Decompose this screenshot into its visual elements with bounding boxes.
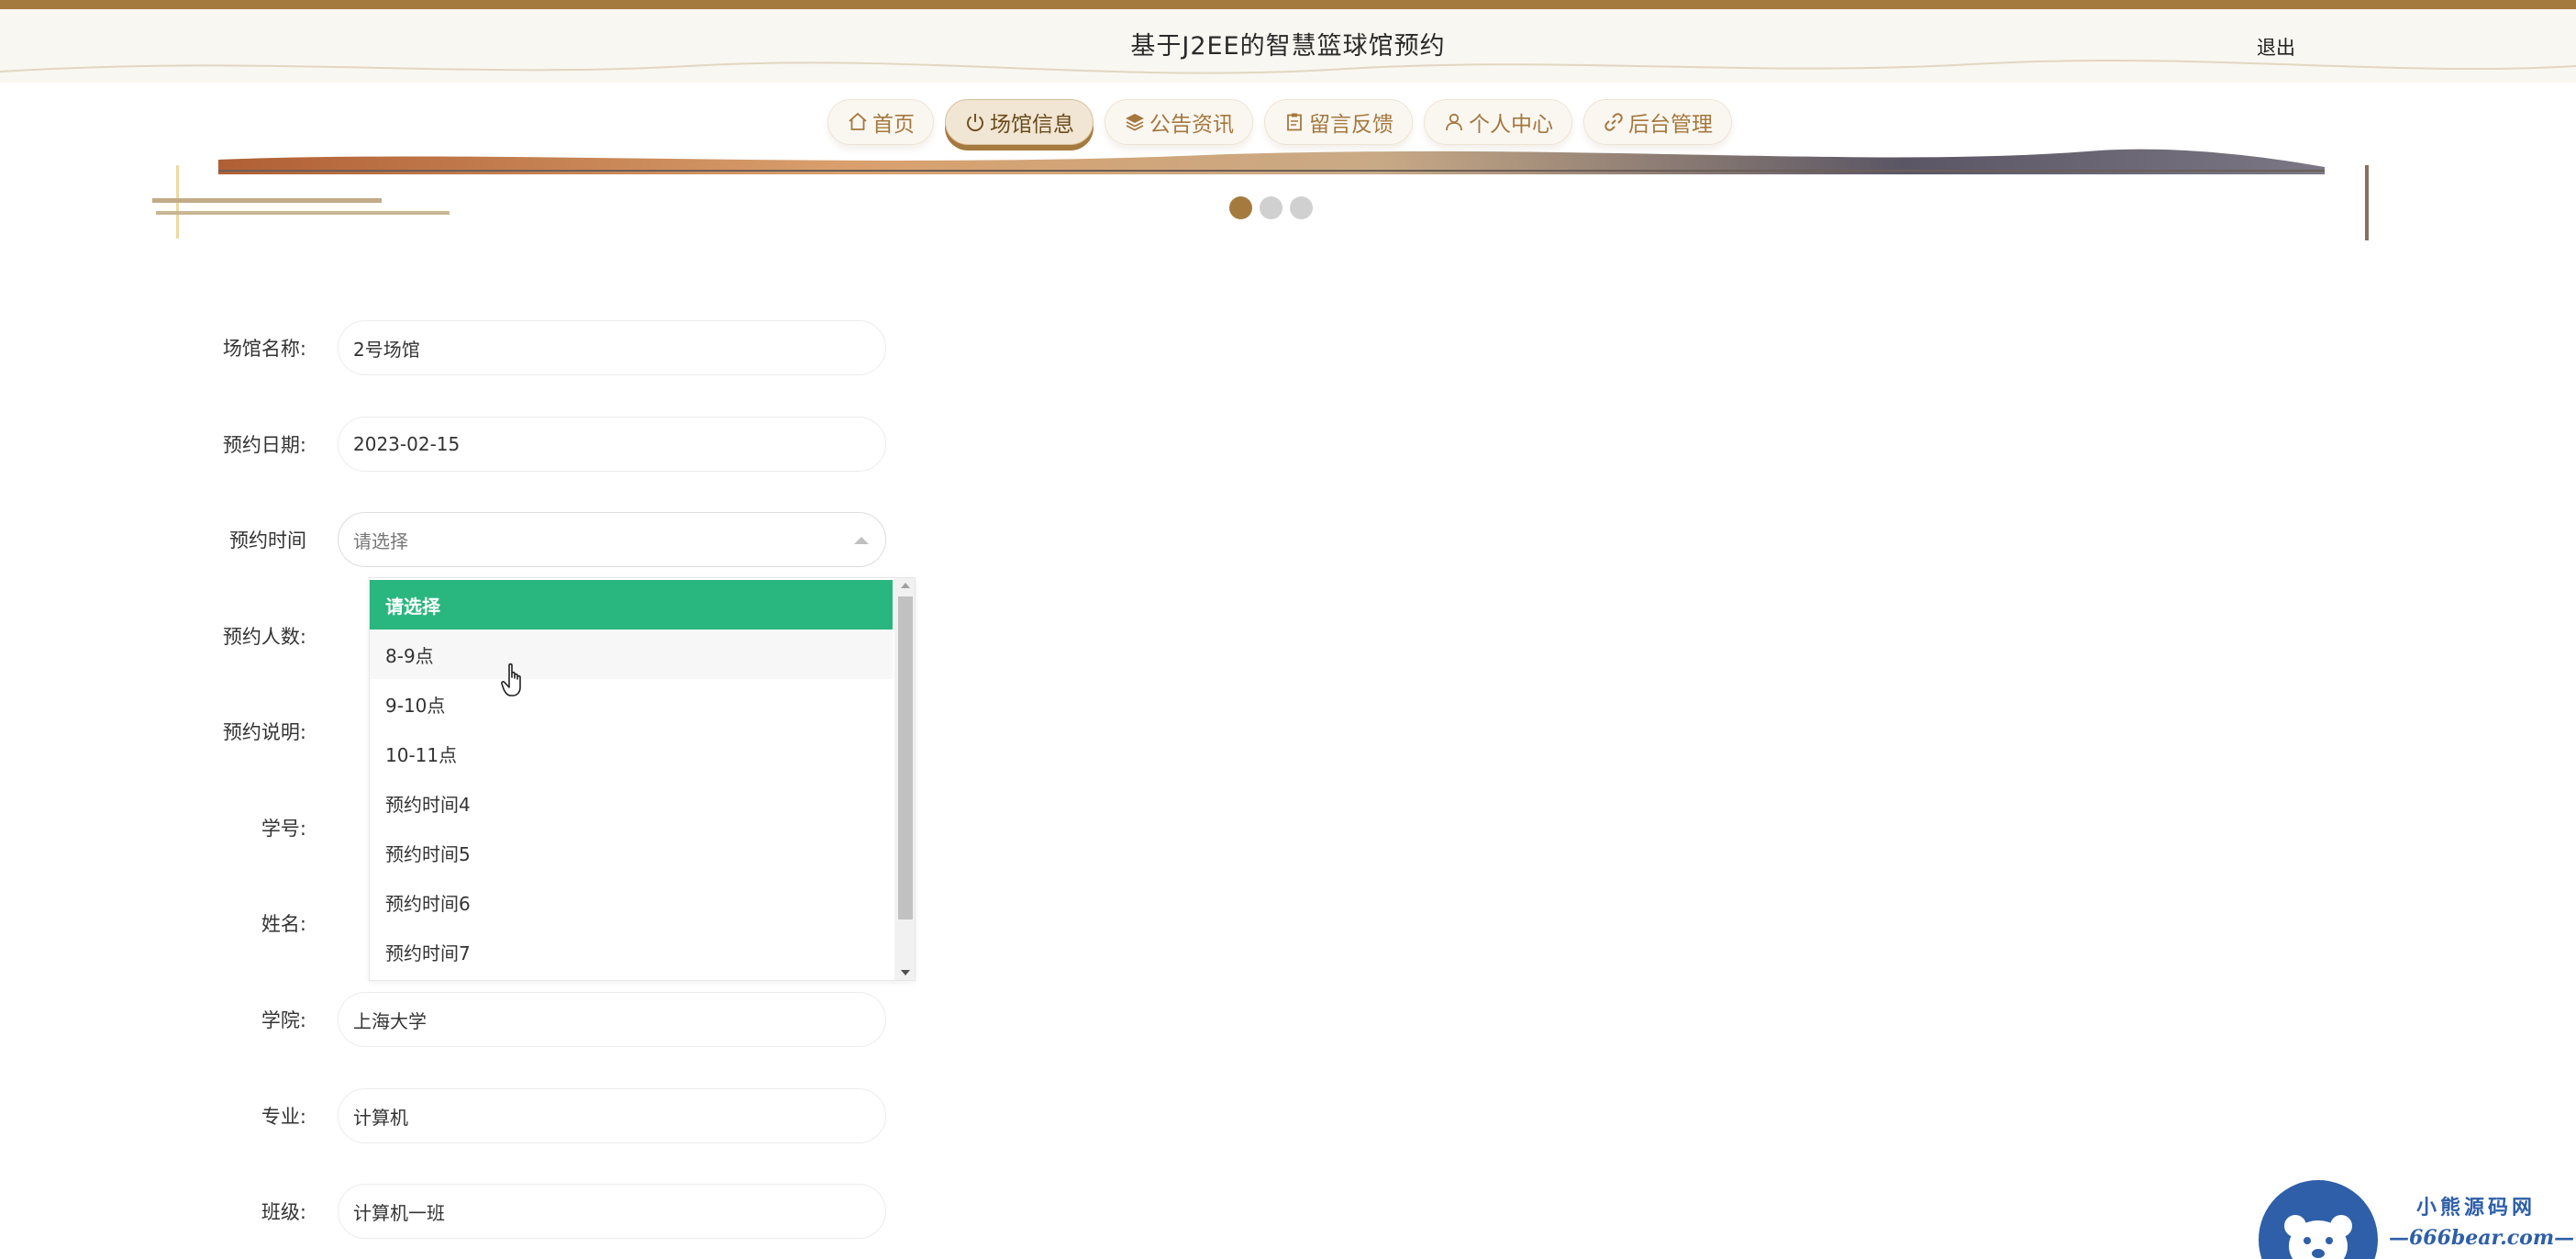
carousel-indicators [1229,196,1313,219]
banner-image-strip [218,149,2325,174]
nav-item-label: 后台管理 [1628,113,1713,137]
booking-date-label: 预约日期: [222,434,306,456]
scroll-down-arrow-icon[interactable] [900,969,911,976]
form-row-major: 专业: [183,1088,886,1143]
form-row-name: 姓名: [183,896,338,951]
major-input[interactable] [338,1088,886,1143]
booking-date-input[interactable] [338,417,886,472]
user-icon [1446,113,1462,131]
banner-corner-decoration [152,165,450,239]
college-label: 学院: [261,1009,306,1031]
class-input[interactable] [338,1184,886,1239]
main-nav: 首页 场馆信息 公告资讯 留言反馈 个人中心 后台管理 [827,99,1732,145]
booking-time-options: 请选择 8-9点 9-10点 10-11点 预约时间4 预约时间5 预约时间6 … [370,580,893,976]
booking-time-option[interactable]: 10-11点 [370,729,893,778]
watermark: 小熊源码网 —666bear.com— [2259,1180,2574,1259]
bear-logo-icon [2284,1215,2352,1259]
carousel-dot-1[interactable] [1229,196,1252,219]
layers-icon [1126,114,1144,131]
college-input[interactable] [338,992,886,1047]
booking-time-select[interactable]: 请选择 [338,512,886,567]
home-icon [849,112,867,130]
top-accent-stripe [0,0,2576,9]
logout-link[interactable]: 退出 [2257,33,2295,61]
booking-time-option[interactable]: 预约时间4 [370,778,893,828]
form-row-college: 学院: [183,992,886,1047]
name-label: 姓名: [261,913,306,935]
people-count-label: 预约人数: [222,626,306,648]
watermark-title: 小熊源码网 [2416,1196,2537,1220]
nav-item-admin[interactable]: 后台管理 [1583,99,1732,145]
booking-time-dropdown: 请选择 8-9点 9-10点 10-11点 预约时间4 预约时间5 预约时间6 … [369,577,916,981]
student-id-label: 学号: [261,818,306,840]
class-label: 班级: [261,1201,306,1223]
hand-pointer-cursor-icon [501,663,521,696]
booking-time-option[interactable]: 预约时间5 [370,828,893,877]
form-row-booking-date: 预约日期: [183,417,886,472]
nav-item-feedback[interactable]: 留言反馈 [1264,99,1413,145]
watermark-url: —666bear.com— [2389,1226,2575,1250]
nav-item-label: 公告资讯 [1149,113,1234,137]
form-row-class: 班级: [183,1184,886,1239]
banner-right-divider [2365,165,2369,240]
nav-item-home[interactable]: 首页 [827,99,934,145]
dropdown-scrollbar-thumb[interactable] [898,596,913,919]
form-row-description: 预约说明: [183,704,338,759]
nav-item-label: 首页 [872,113,915,137]
power-icon [967,114,983,132]
link-icon [1604,113,1623,131]
booking-time-option[interactable]: 8-9点 [370,630,893,679]
carousel-dot-3[interactable] [1290,196,1313,219]
form-row-booking-time: 预约时间 请选择 [183,512,886,567]
dropdown-scrollbar[interactable] [894,578,915,980]
venue-name-label: 场馆名称: [222,338,306,360]
site-title: 基于J2EE的智慧篮球馆预约 [1130,32,1446,61]
venue-name-input[interactable] [338,320,886,375]
booking-time-placeholder: 请选择 [353,529,408,552]
form-row-people-count: 预约人数: [183,608,338,663]
bear-logo [2259,1180,2378,1259]
nav-item-label: 个人中心 [1469,113,1553,137]
booking-time-option[interactable]: 9-10点 [370,679,893,729]
booking-time-label: 预约时间 [229,529,306,552]
major-label: 专业: [261,1106,306,1128]
form-row-student-id: 学号: [183,800,338,855]
form-row-venue-name: 场馆名称: [183,320,886,375]
nav-item-announcements[interactable]: 公告资讯 [1105,99,1253,145]
nav-item-label: 场馆信息 [990,113,1074,137]
scroll-up-arrow-icon[interactable] [900,582,911,589]
carousel-dot-2[interactable] [1260,196,1282,219]
booking-time-option[interactable]: 预约时间7 [370,927,893,976]
nav-item-venues[interactable]: 场馆信息 [945,99,1094,145]
booking-time-option[interactable]: 请选择 [370,580,893,630]
nav-item-profile[interactable]: 个人中心 [1424,99,1572,145]
clipboard-icon [1287,113,1302,131]
nav-item-label: 留言反馈 [1309,113,1393,137]
description-label: 预约说明: [222,721,306,743]
booking-time-option[interactable]: 预约时间6 [370,877,893,927]
chevron-up-icon [854,537,869,544]
